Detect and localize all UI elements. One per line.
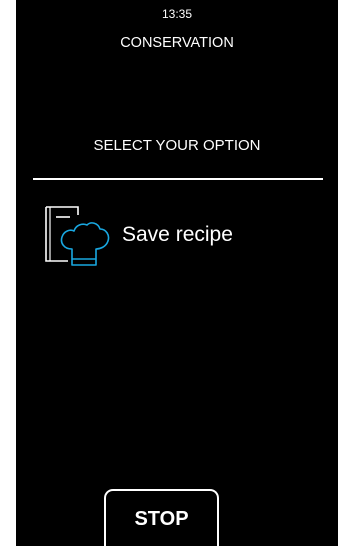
save-recipe-label: Save recipe [122,223,233,246]
stop-button[interactable]: STOP [104,489,219,546]
divider [33,178,323,180]
mode-title: CONSERVATION [120,35,234,51]
select-option-heading: SELECT YOUR OPTION [93,137,261,154]
save-recipe-icon [45,206,110,266]
save-recipe-option[interactable]: Save recipe [42,203,272,271]
clock: 13:35 [161,7,193,21]
oven-screen: 13:35 CONSERVATION SELECT YOUR OPTION Sa… [16,0,338,546]
